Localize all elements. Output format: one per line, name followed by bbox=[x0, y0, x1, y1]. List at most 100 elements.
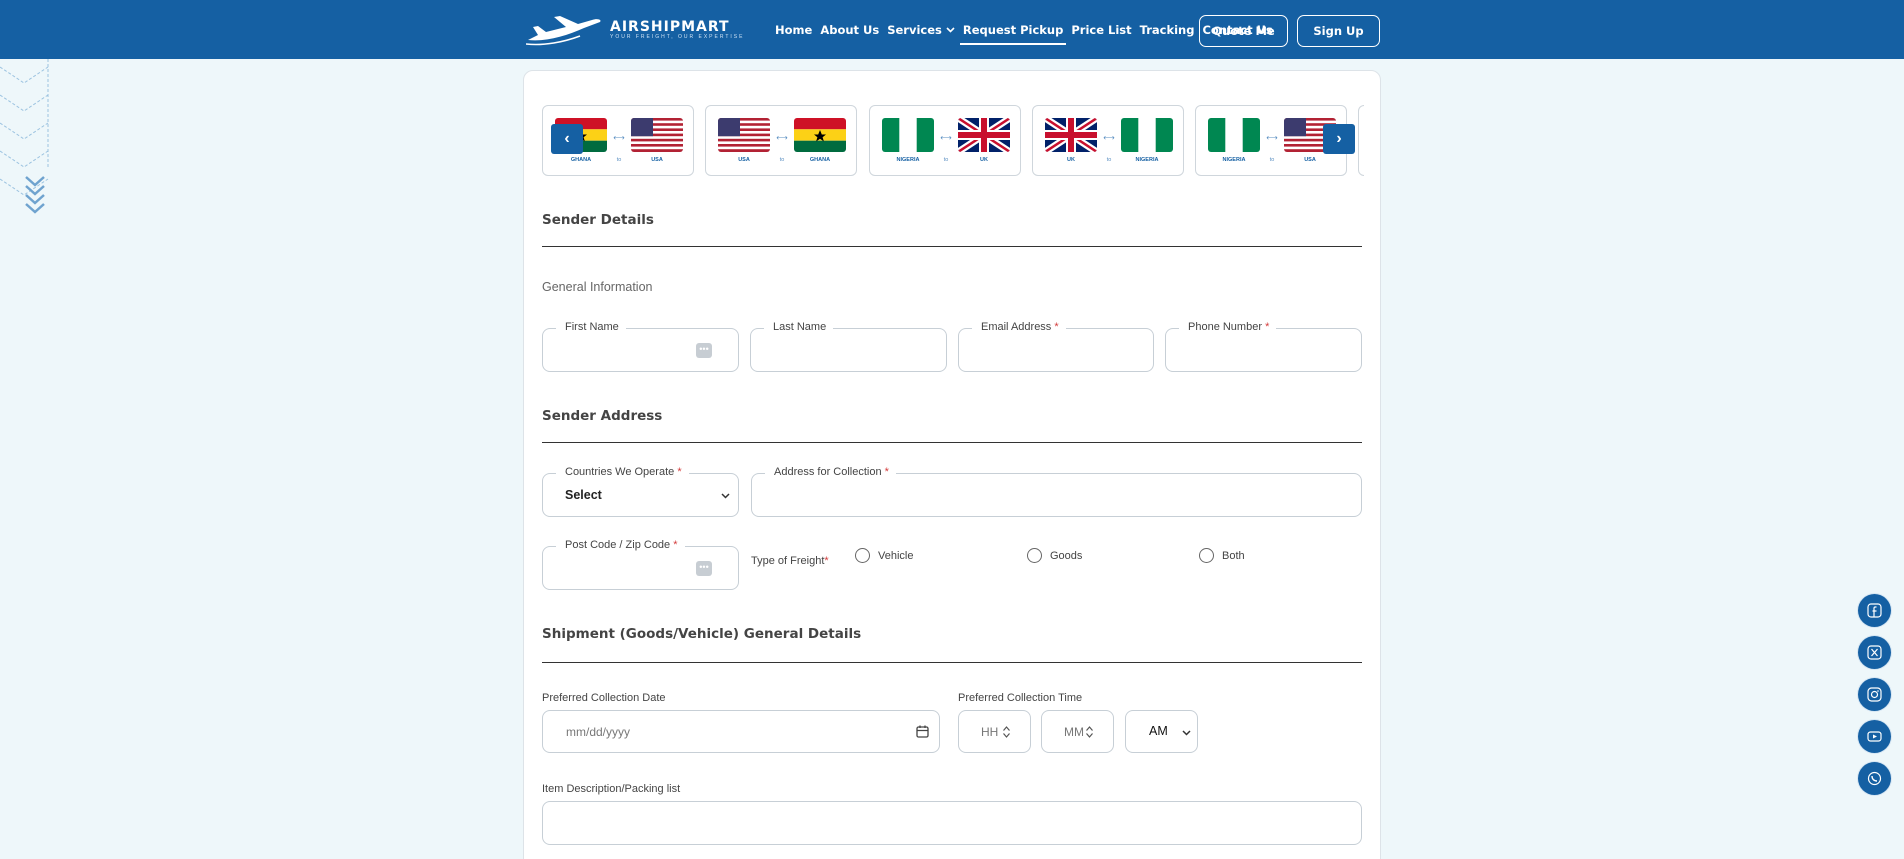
spinner-icon[interactable] bbox=[1003, 726, 1010, 738]
item-description-label: Item Description/Packing list bbox=[542, 783, 681, 795]
whatsapp-icon[interactable] bbox=[1858, 762, 1891, 795]
route-arrow-icon: ⟷ bbox=[613, 133, 625, 142]
collection-date-label: Preferred Collection Date bbox=[542, 692, 666, 704]
calendar-icon[interactable] bbox=[916, 725, 929, 738]
autofill-icon[interactable]: ••• bbox=[696, 343, 712, 358]
nav-request-pickup[interactable]: Request Pickup bbox=[959, 0, 1067, 59]
route-sep: to bbox=[779, 157, 785, 163]
collection-address-label: Address for Collection * bbox=[765, 466, 896, 478]
chevron-down-icon bbox=[721, 493, 730, 499]
uk-flag-icon bbox=[1045, 118, 1097, 152]
radio-button[interactable] bbox=[1199, 548, 1214, 563]
sign-up-button[interactable]: Sign Up bbox=[1297, 15, 1380, 47]
divider bbox=[542, 246, 1362, 247]
nigeria-flag-icon bbox=[882, 118, 934, 152]
date-placeholder: mm/dd/yyyy bbox=[566, 725, 631, 739]
spinner-icon[interactable] bbox=[1086, 726, 1093, 738]
first-name-label: First Name bbox=[556, 321, 626, 333]
route-card-partial[interactable] bbox=[1358, 105, 1364, 176]
freight-option-goods[interactable]: Goods bbox=[1027, 548, 1082, 563]
radio-button[interactable] bbox=[855, 548, 870, 563]
phone-number-label: Phone Number * bbox=[1179, 321, 1277, 333]
last-name-field[interactable]: Last Name bbox=[750, 321, 947, 372]
email-field[interactable]: Email Address * bbox=[958, 321, 1154, 372]
nigeria-flag-icon bbox=[1208, 118, 1260, 152]
route-arrow-icon: ⟷ bbox=[1266, 133, 1278, 142]
routes-carousel: ⟷ GHANA to USA ⟷ USA to GHANA ⟷ NIGERIA … bbox=[542, 105, 1364, 177]
am-pm-value: AM bbox=[1149, 724, 1168, 738]
collection-date-input[interactable]: mm/dd/yyyy bbox=[542, 710, 940, 753]
route-to: UK bbox=[980, 157, 988, 163]
carousel-prev-button[interactable]: ‹ bbox=[551, 124, 583, 154]
countries-selected-value: Select bbox=[565, 488, 602, 502]
sender-details-title: Sender Details bbox=[542, 212, 654, 228]
route-arrow-icon: ⟷ bbox=[940, 133, 952, 142]
nav-tracking[interactable]: Tracking bbox=[1140, 0, 1195, 59]
instagram-icon[interactable] bbox=[1858, 678, 1891, 711]
minute-input[interactable]: MM bbox=[1041, 710, 1114, 753]
divider bbox=[542, 662, 1362, 663]
route-card-nigeria-uk[interactable]: ⟷ NIGERIA to UK bbox=[869, 105, 1021, 176]
route-card-usa-ghana[interactable]: ⟷ USA to GHANA bbox=[705, 105, 857, 176]
route-from: NIGERIA bbox=[1222, 157, 1246, 163]
route-arrow-icon: ⟷ bbox=[776, 133, 788, 142]
route-sep: to bbox=[1106, 157, 1112, 163]
route-from: USA bbox=[738, 157, 750, 163]
nav-about-us[interactable]: About Us bbox=[820, 0, 879, 59]
nav-services[interactable]: Services bbox=[887, 0, 955, 59]
freight-type-label: Type of Freight* bbox=[751, 555, 829, 567]
autofill-icon[interactable]: ••• bbox=[696, 561, 712, 576]
postcode-field[interactable]: Post Code / Zip Code * ••• bbox=[542, 539, 739, 590]
radio-button[interactable] bbox=[1027, 548, 1042, 563]
collection-address-field[interactable]: Address for Collection * bbox=[751, 466, 1362, 517]
route-to: USA bbox=[1304, 157, 1316, 163]
route-from: UK bbox=[1067, 157, 1075, 163]
last-name-label: Last Name bbox=[764, 321, 834, 333]
am-pm-select[interactable]: AM bbox=[1125, 710, 1198, 753]
uk-flag-icon bbox=[958, 118, 1010, 152]
divider bbox=[542, 442, 1362, 443]
route-from: GHANA bbox=[570, 157, 592, 163]
route-sep: to bbox=[1269, 157, 1275, 163]
hour-placeholder: HH bbox=[981, 725, 999, 739]
chevron-down-icon bbox=[1182, 730, 1191, 736]
logo-tagline: YOUR FREIGHT, OUR EXPERTISE bbox=[610, 34, 745, 40]
nav-price-list[interactable]: Price List bbox=[1071, 0, 1131, 59]
carousel-next-button[interactable]: › bbox=[1323, 124, 1355, 154]
freight-option-vehicle[interactable]: Vehicle bbox=[855, 548, 913, 563]
route-to: GHANA bbox=[809, 157, 831, 163]
nigeria-flag-icon bbox=[1121, 118, 1173, 152]
minute-placeholder: MM bbox=[1064, 725, 1084, 739]
logo[interactable]: AIRSHIPMART YOUR FREIGHT, OUR EXPERTISE bbox=[526, 14, 744, 46]
hour-input[interactable]: HH bbox=[958, 710, 1031, 753]
freight-option-both[interactable]: Both bbox=[1199, 548, 1245, 563]
pickup-form-card: ⟷ GHANA to USA ⟷ USA to GHANA ⟷ NIGERIA … bbox=[523, 70, 1381, 859]
nav-home[interactable]: Home bbox=[775, 0, 812, 59]
chevron-decoration-icon bbox=[0, 59, 49, 214]
countries-select[interactable]: Countries We Operate * Select bbox=[542, 466, 739, 517]
route-sep: to bbox=[943, 157, 949, 163]
phone-number-field[interactable]: Phone Number * bbox=[1165, 321, 1362, 372]
top-navbar: AIRSHIPMART YOUR FREIGHT, OUR EXPERTISE … bbox=[0, 0, 1904, 59]
x-icon[interactable] bbox=[1858, 636, 1891, 669]
sender-address-title: Sender Address bbox=[542, 408, 663, 424]
email-label: Email Address * bbox=[972, 321, 1066, 333]
shipment-details-title: Shipment (Goods/Vehicle) General Details bbox=[542, 626, 862, 642]
quote-me-button[interactable]: Quote Me bbox=[1199, 15, 1288, 47]
general-information-label: General Information bbox=[542, 280, 653, 294]
postcode-label: Post Code / Zip Code * bbox=[556, 539, 685, 551]
chevron-down-icon bbox=[946, 26, 955, 33]
youtube-icon[interactable] bbox=[1858, 720, 1891, 753]
route-to: NIGERIA bbox=[1135, 157, 1159, 163]
usa-flag-icon bbox=[631, 118, 683, 152]
ghana-flag-icon bbox=[794, 118, 846, 152]
airplane-logo-icon bbox=[526, 16, 601, 46]
first-name-field[interactable]: First Name ••• bbox=[542, 321, 739, 372]
route-arrow-icon: ⟷ bbox=[1103, 133, 1115, 142]
route-card-uk-nigeria[interactable]: ⟷ UK to NIGERIA bbox=[1032, 105, 1184, 176]
collection-time-label: Preferred Collection Time bbox=[958, 692, 1083, 704]
item-description-input[interactable] bbox=[542, 801, 1362, 845]
facebook-icon[interactable] bbox=[1858, 594, 1891, 627]
route-to: USA bbox=[651, 157, 663, 163]
logo-text: AIRSHIPMART bbox=[610, 19, 730, 35]
